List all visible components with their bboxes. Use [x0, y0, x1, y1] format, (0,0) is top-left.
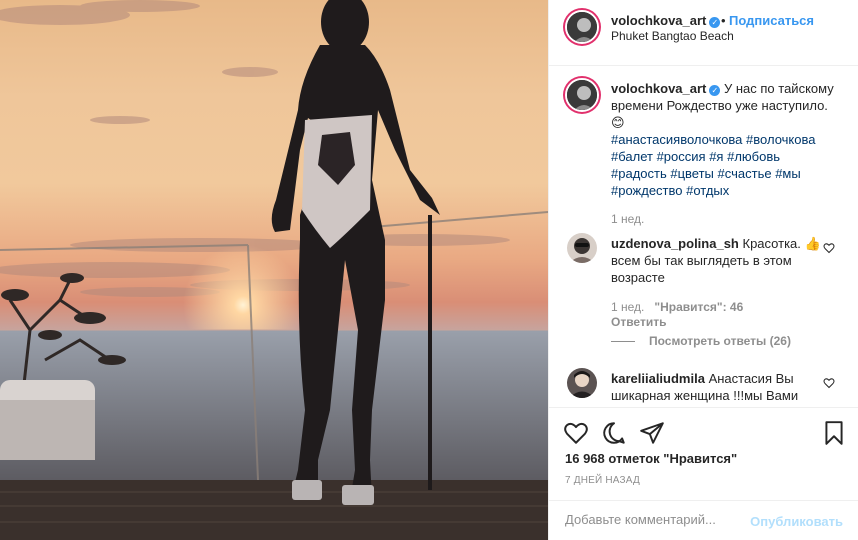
- hashtag[interactable]: #любовь: [727, 149, 780, 164]
- hashtag[interactable]: #балет: [611, 149, 653, 164]
- likes-count[interactable]: 16 968 отметок "Нравится": [565, 451, 737, 466]
- action-bar: [549, 407, 858, 457]
- comment-meta: 1 нед. "Нравится": 46: [611, 300, 743, 314]
- hashtag[interactable]: #рождество: [611, 183, 683, 198]
- commenter-avatar[interactable]: [567, 233, 597, 263]
- hashtag[interactable]: #россия: [657, 149, 706, 164]
- replies-divider: [611, 341, 635, 343]
- hashtag[interactable]: #анастасияволочкова: [611, 132, 742, 147]
- hashtag[interactable]: #волочкова: [746, 132, 815, 147]
- comment-likes[interactable]: "Нравится": 46: [654, 300, 743, 314]
- comment-icon[interactable]: [601, 420, 627, 446]
- author-avatar[interactable]: [565, 10, 599, 44]
- caption-avatar[interactable]: [565, 78, 599, 112]
- post-date[interactable]: 7 ДНЕЙ НАЗАД: [565, 475, 640, 486]
- hashtag[interactable]: #радость: [611, 166, 667, 181]
- comment-form: Опубликовать: [549, 500, 858, 540]
- follow-button[interactable]: Подписаться: [729, 13, 814, 28]
- photo-scene: [0, 0, 548, 540]
- hashtag[interactable]: #мы: [775, 166, 801, 181]
- comment-input[interactable]: [565, 512, 755, 527]
- post-photo[interactable]: [0, 0, 548, 540]
- hashtag[interactable]: #счастье: [718, 166, 772, 181]
- post-header: volochkova_art ✓ • Подписаться Phuket Ban…: [549, 0, 858, 66]
- caption-text-block: volochkova_art ✓ У нас по тайскому времен…: [611, 80, 835, 199]
- caption-username[interactable]: volochkova_art: [611, 81, 706, 96]
- verified-badge-icon: ✓: [709, 17, 721, 28]
- hashtag[interactable]: #цветы: [670, 166, 714, 181]
- comment-time[interactable]: 1 нед.: [611, 300, 644, 314]
- comments-scroll[interactable]: volochkova_art ✓ У нас по тайскому времен…: [549, 66, 858, 407]
- view-replies-label[interactable]: Посмотреть ответы (26): [649, 334, 791, 348]
- hashtag[interactable]: #я: [709, 149, 723, 164]
- hashtag[interactable]: #отдых: [686, 183, 729, 198]
- commenter-avatar[interactable]: [567, 368, 597, 398]
- comment-text-block: uzdenova_polina_sh Красотка. 👍всем бы та…: [611, 235, 821, 286]
- heart-icon[interactable]: [563, 420, 589, 446]
- verified-badge-icon: ✓: [709, 85, 721, 96]
- post-panel: volochkova_art ✓ • Подписаться Phuket Ban…: [548, 0, 858, 540]
- commenter-username[interactable]: uzdenova_polina_sh: [611, 236, 739, 251]
- header-separator: •: [721, 13, 726, 28]
- post-location[interactable]: Phuket Bangtao Beach: [611, 29, 734, 43]
- reply-button[interactable]: Ответить: [611, 315, 666, 329]
- comment-text-block: kareliialiudmila Анастасия Вы шикарная ж…: [611, 370, 821, 404]
- bookmark-icon[interactable]: [821, 420, 847, 446]
- share-icon[interactable]: [639, 420, 665, 446]
- author-username-text[interactable]: volochkova_art: [611, 13, 706, 28]
- comment-heart-icon[interactable]: [823, 377, 835, 389]
- caption-time[interactable]: 1 нед.: [611, 212, 644, 226]
- comment-heart-icon[interactable]: [823, 242, 835, 254]
- view-replies-button[interactable]: Посмотреть ответы (26): [611, 334, 791, 348]
- commenter-username[interactable]: kareliialiudmila: [611, 371, 705, 386]
- publish-button[interactable]: Опубликовать: [750, 514, 843, 529]
- author-username[interactable]: volochkova_art ✓: [611, 13, 721, 28]
